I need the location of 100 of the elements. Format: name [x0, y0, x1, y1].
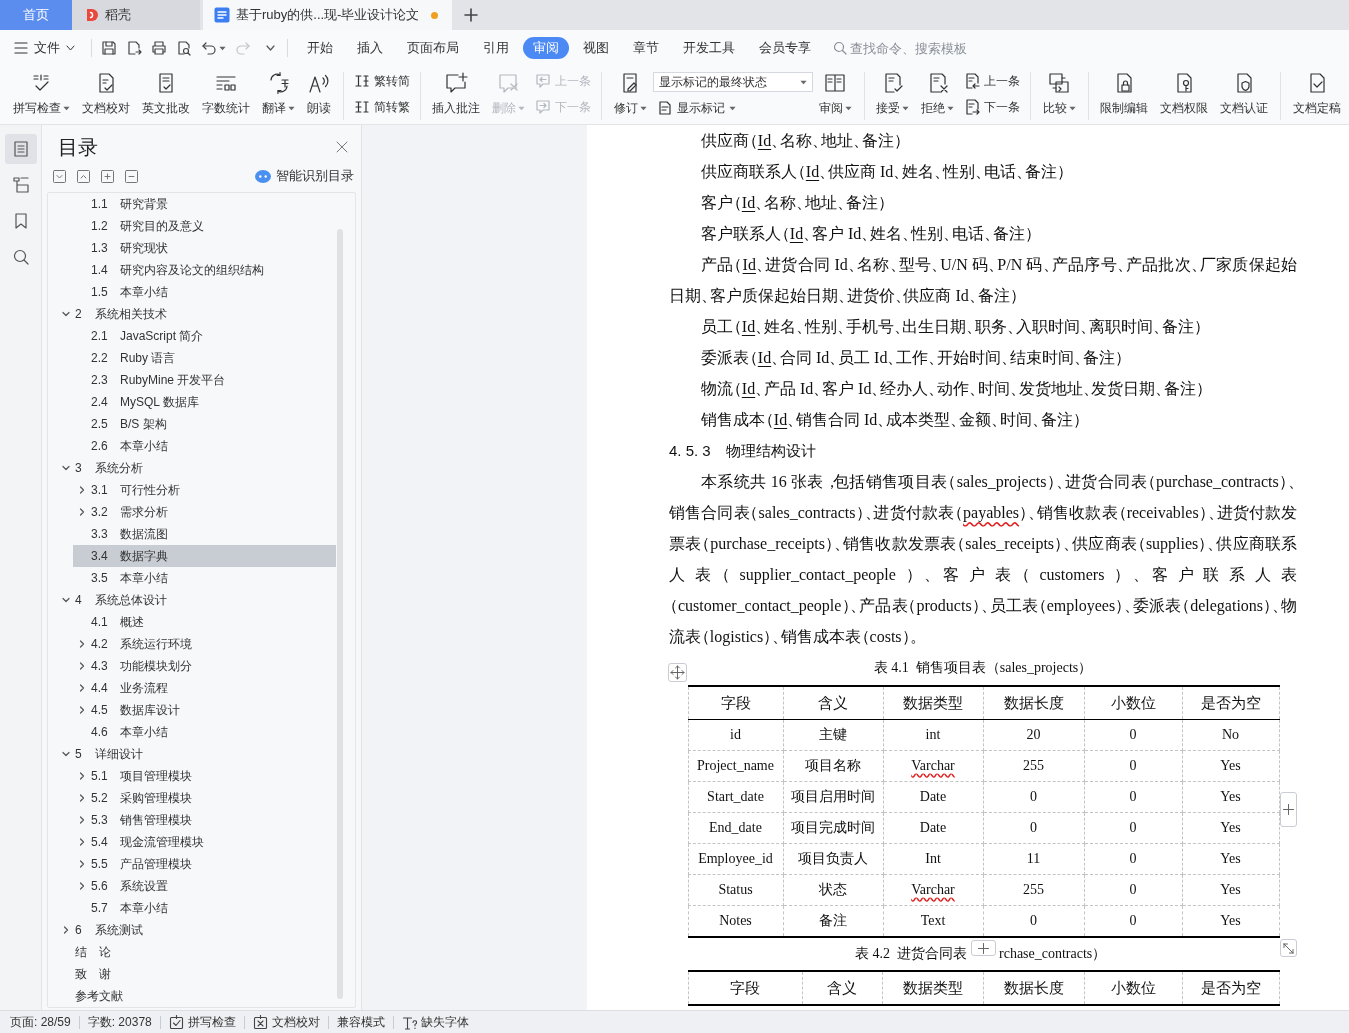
toc-item[interactable]: 2.4 MySQL 数据库	[73, 391, 336, 413]
toc-item[interactable]: 3 系统分析	[57, 457, 336, 479]
toc-item[interactable]: 4.1 概述	[73, 611, 336, 633]
add-column-button[interactable]	[1279, 792, 1297, 827]
toc-item[interactable]: 3.4 数据字典	[73, 545, 336, 567]
ribbon-button[interactable]: 上一条	[960, 70, 1025, 92]
toc-item[interactable]: 2.1 JavaScript 简介	[73, 325, 336, 347]
ribbon-button[interactable]: 限制编辑	[1094, 66, 1155, 124]
ribbon-button[interactable]: 拒绝	[915, 66, 961, 124]
ribbon-tab[interactable]: 引用	[473, 37, 519, 59]
toc-item[interactable]: 2 系统相关技术	[57, 303, 336, 325]
ribbon-tab[interactable]: 章节	[623, 37, 669, 59]
structure-icon	[11, 176, 30, 194]
ribbon-button[interactable]: 下一条	[960, 96, 1025, 118]
ribbon-button[interactable]: 比较	[1036, 66, 1082, 124]
ribbon-button[interactable]: 繁转简	[349, 70, 414, 92]
toc-item[interactable]: 5.5 产品管理模块	[73, 853, 336, 875]
add-row-button[interactable]	[971, 940, 996, 956]
toc-item[interactable]: 4.2 系统运行环境	[73, 633, 336, 655]
toc-item[interactable]: 4.4 业务流程	[73, 677, 336, 699]
toc-item[interactable]: 3.2 需求分析	[73, 501, 336, 523]
ribbon-tab[interactable]: 页面布局	[397, 37, 469, 59]
display-mode-dropdown[interactable]: 显示标记的最终状态	[652, 72, 813, 92]
status-button[interactable]: 文档校对	[244, 1013, 328, 1031]
toolbar-button[interactable]	[176, 40, 192, 56]
toc-item[interactable]: 2.5 B/S 架构	[73, 413, 336, 435]
ribbon-button[interactable]: 英文批改	[136, 66, 196, 124]
ribbon-tab[interactable]: 视图	[573, 37, 619, 59]
ribbon-button[interactable]: 接受	[870, 66, 916, 124]
toc-item[interactable]: 结 论	[57, 941, 336, 963]
ribbon-button[interactable]: 字数统计	[196, 66, 256, 124]
ribbon-button[interactable]: 插入批注	[426, 66, 487, 124]
box-cross-icon	[252, 1014, 268, 1030]
chevron-down-icon[interactable]	[53, 169, 66, 183]
toc-item[interactable]: 1.1 研究背景	[73, 193, 336, 215]
toc-item[interactable]: 5.7 本章小结	[73, 897, 336, 919]
toc-item[interactable]: 3.5 本章小结	[73, 567, 336, 589]
ribbon-button[interactable]: 文档校对	[76, 66, 136, 124]
toc-item[interactable]: 6 系统测试	[57, 919, 336, 941]
table-cell: Yes	[1182, 750, 1279, 782]
toc-item[interactable]: 2.2 Ruby 语言	[73, 347, 336, 369]
toc-item[interactable]: 4.6 本章小结	[73, 721, 336, 743]
toolbar-button[interactable]	[201, 40, 226, 56]
app-tab[interactable]: 稻壳	[72, 0, 200, 30]
chevron-up-icon[interactable]	[77, 169, 90, 183]
toc-item[interactable]: 5.6 系统设置	[73, 875, 336, 897]
toc-item[interactable]: 4.5 数据库设计	[73, 699, 336, 721]
close-icon[interactable]	[336, 141, 348, 153]
search-field[interactable]: 查找命令、搜索模板	[833, 40, 1000, 56]
ribbon-button[interactable]: 朗读	[301, 66, 337, 124]
minus-icon[interactable]	[125, 169, 138, 183]
toc-item[interactable]: 5.4 现金流管理模块	[73, 831, 336, 853]
plus-icon[interactable]	[464, 8, 478, 22]
toc-item[interactable]: 1.5 本章小结	[73, 281, 336, 303]
table-resize-handle[interactable]	[1279, 939, 1297, 957]
sidebar-tab[interactable]	[4, 134, 37, 164]
toc-item[interactable]: 5 详细设计	[57, 743, 336, 765]
toc-item[interactable]: 1.3 研究现状	[73, 237, 336, 259]
toc-item[interactable]: 4 系统总体设计	[57, 589, 336, 611]
ribbon-button[interactable]: 文档认证	[1214, 66, 1275, 124]
toolbar-button[interactable]	[101, 40, 117, 56]
plus-icon[interactable]	[101, 169, 114, 183]
smart-toc-button[interactable]: 智能识别目录	[255, 167, 356, 185]
toolbar-button[interactable]	[151, 40, 167, 56]
ribbon-tab[interactable]: 开始	[297, 37, 343, 59]
ribbon-button[interactable]: 显示标记	[652, 98, 740, 118]
ribbon-button[interactable]: 文档定稿	[1287, 66, 1348, 124]
toc-item[interactable]: 致 谢	[57, 963, 336, 985]
ribbon-tab[interactable]: 插入	[347, 37, 393, 59]
table-move-handle[interactable]	[667, 663, 687, 682]
toc-item[interactable]: 5.1 项目管理模块	[73, 765, 336, 787]
toc-item[interactable]: 5.2 采购管理模块	[73, 787, 336, 809]
ribbon-button[interactable]: 拼写检查	[7, 66, 76, 124]
chevron-down-icon[interactable]	[266, 45, 275, 51]
toc-item[interactable]: 5.3 销售管理模块	[73, 809, 336, 831]
ribbon-button[interactable]: 简转繁	[349, 96, 414, 118]
toc-item[interactable]: 4.3 功能模块划分	[73, 655, 336, 677]
ribbon-button[interactable]: 修订	[607, 66, 653, 124]
app-tab[interactable]: 基于ruby的供...现-毕业设计论文	[203, 0, 452, 30]
toc-item[interactable]: 1.4 研究内容及论文的组织结构	[73, 259, 336, 281]
toc-item[interactable]: 2.3 RubyMine 开发平台	[73, 369, 336, 391]
status-button[interactable]: 缺失字体	[393, 1013, 477, 1031]
ribbon-button[interactable]: 审阅	[812, 66, 858, 124]
toc-item[interactable]: 2.6 本章小结	[73, 435, 336, 457]
toc-item[interactable]: 3.1 可行性分析	[73, 479, 336, 501]
ribbon-button[interactable]: 翻译	[256, 66, 301, 124]
toc-item[interactable]: 1.2 研究目的及意义	[73, 215, 336, 237]
ribbon-tab[interactable]: 开发工具	[673, 37, 745, 59]
file-menu-button[interactable]: 文件	[10, 37, 79, 59]
scrollbar[interactable]	[337, 229, 343, 999]
body-paragraph: 销售成本（Id、销售合同 Id、成本类型、金额、时间、备注）	[700, 410, 1090, 430]
table-cell: 255	[983, 750, 1084, 782]
ribbon-button[interactable]: 文档权限	[1154, 66, 1215, 124]
ribbon-tab[interactable]: 会员专享	[749, 37, 821, 59]
toc-item[interactable]: 参考文献	[57, 985, 336, 1007]
search-icon	[833, 41, 847, 55]
toolbar-button[interactable]	[126, 40, 142, 56]
toc-item[interactable]: 3.3 数据流图	[73, 523, 336, 545]
status-button[interactable]: 拼写检查	[160, 1013, 244, 1031]
table-caption: 表 4.1 销售项目表（sales_projects）	[872, 659, 1094, 677]
